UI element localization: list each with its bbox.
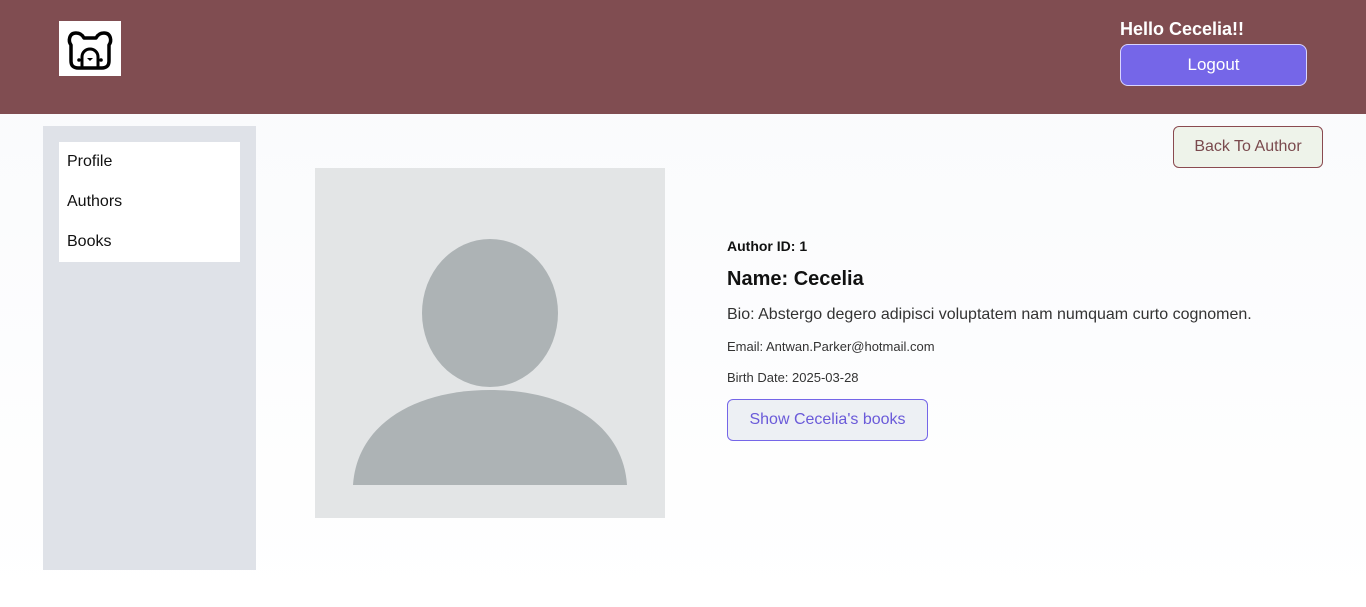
author-birth-date: Birth Date: 2025-03-28: [727, 370, 859, 385]
header: Hello Cecelia!! Logout: [0, 0, 1366, 114]
logo[interactable]: [59, 21, 121, 76]
sidebar-item-books[interactable]: Books: [59, 222, 240, 262]
author-email: Email: Antwan.Parker@hotmail.com: [727, 339, 935, 354]
show-books-button[interactable]: Show Cecelia's books: [727, 399, 928, 441]
logout-button[interactable]: Logout: [1120, 44, 1307, 86]
author-bio: Bio: Abstergo degero adipisci voluptatem…: [727, 306, 1252, 323]
user-placeholder-icon: [353, 239, 627, 485]
author-details: Author ID: 1 Name: Cecelia Bio: Abstergo…: [727, 238, 1347, 441]
back-to-author-button[interactable]: Back To Author: [1173, 126, 1323, 168]
bear-face-icon: [67, 30, 113, 70]
sidebar-item-authors[interactable]: Authors: [59, 182, 240, 222]
sidebar-nav: Profile Authors Books: [59, 142, 240, 262]
author-name: Name: Cecelia: [727, 268, 864, 290]
sidebar-item-profile[interactable]: Profile: [59, 142, 240, 182]
author-avatar: [315, 168, 665, 518]
sidebar: Profile Authors Books: [43, 126, 256, 570]
author-id: Author ID: 1: [727, 238, 808, 254]
greeting: Hello Cecelia!!: [1120, 19, 1245, 39]
